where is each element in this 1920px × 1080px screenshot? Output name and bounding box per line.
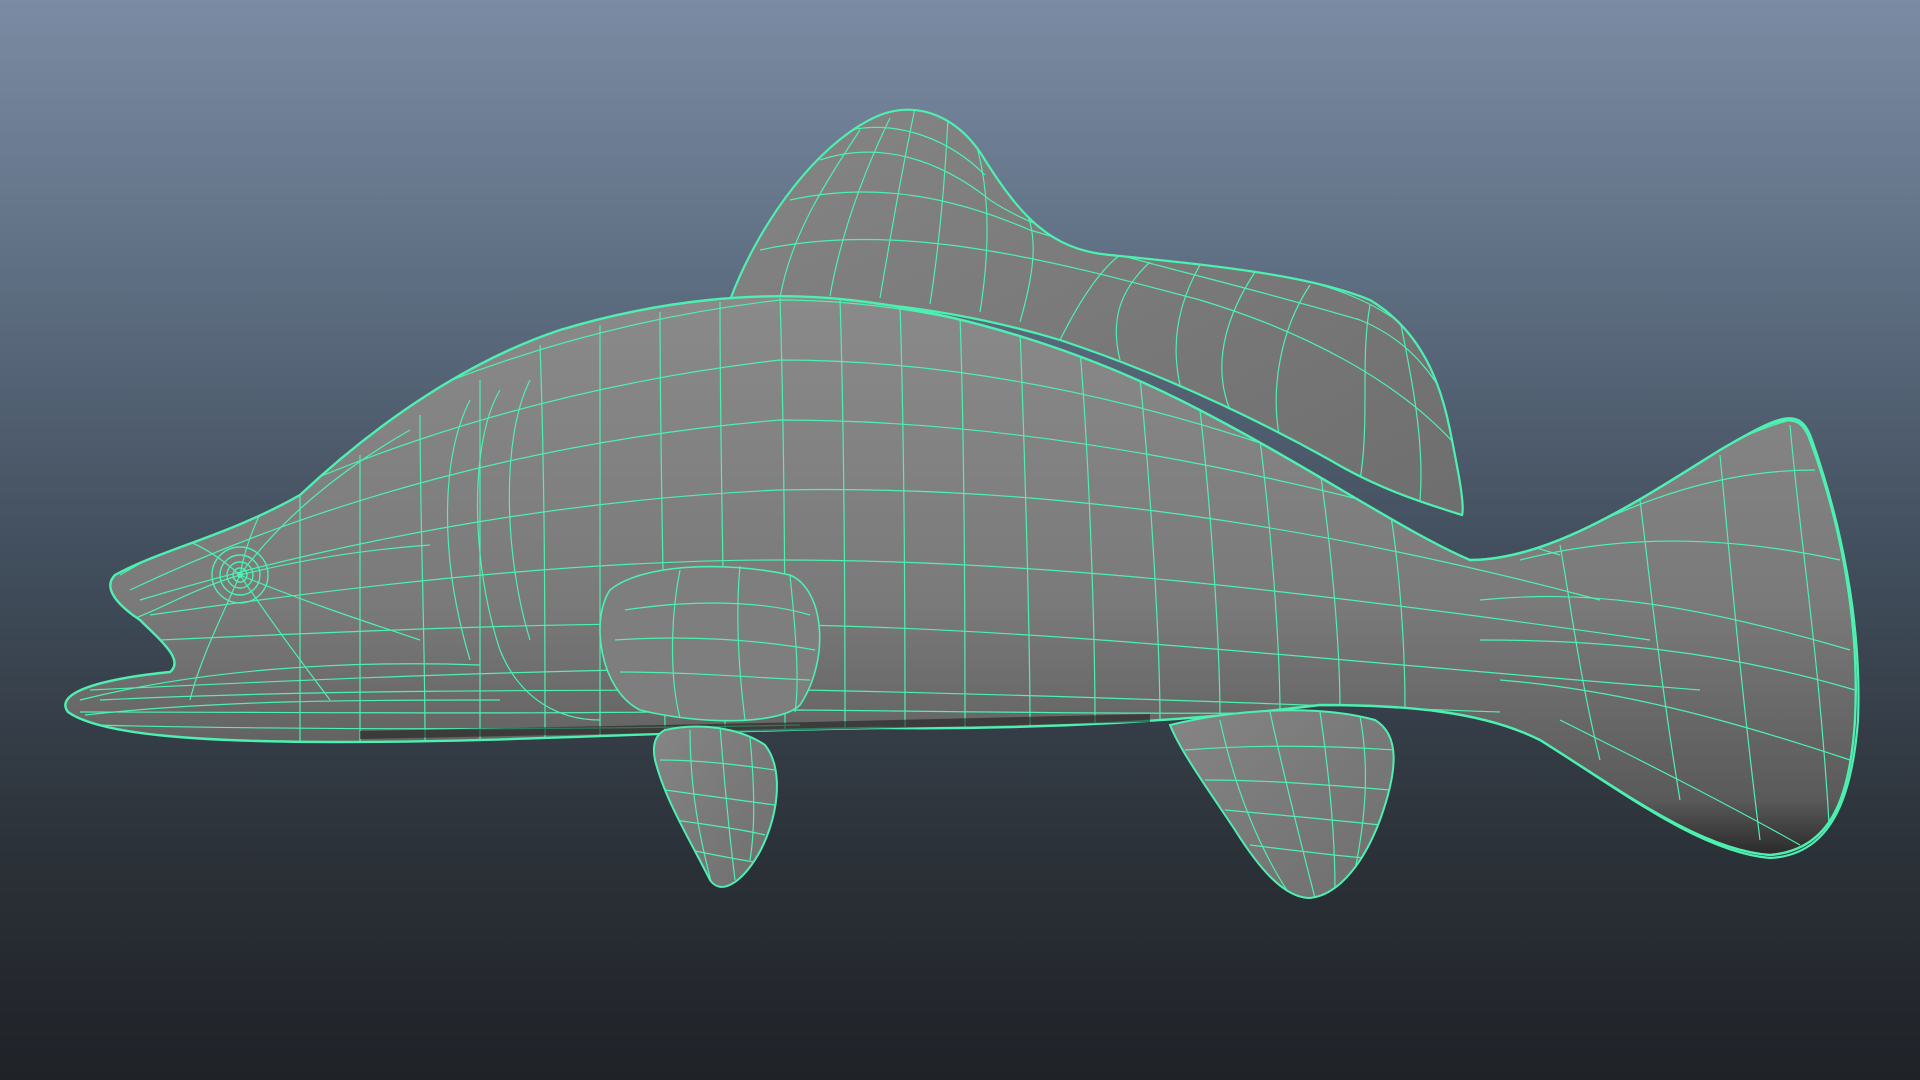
pectoral-fin[interactable] xyxy=(599,565,821,722)
anal-fin[interactable] xyxy=(1168,709,1395,900)
eye xyxy=(211,546,269,604)
pelvic-fin[interactable] xyxy=(652,725,778,888)
viewport-scene[interactable] xyxy=(0,0,1920,1080)
maya-viewport-3d[interactable] xyxy=(0,0,1920,1080)
